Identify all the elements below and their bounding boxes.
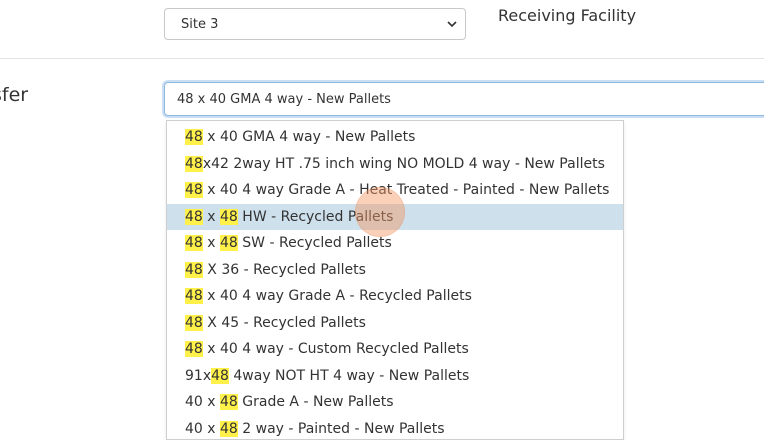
site-select-value: Site 3 <box>181 17 218 32</box>
option-text: Grade A - New Pallets <box>238 394 394 410</box>
dropdown-option[interactable]: 91x48 4way NOT HT 4 way - New Pallets <box>167 363 623 390</box>
option-text: 40 x <box>185 394 220 410</box>
match-highlight: 48 <box>185 182 203 198</box>
dropdown-option[interactable]: 48x42 2way HT .75 inch wing NO MOLD 4 wa… <box>167 151 623 178</box>
receiving-facility-label: Receiving Facility <box>498 6 636 25</box>
pallet-type-input[interactable]: 48 x 40 GMA 4 way - New Pallets <box>164 82 764 116</box>
option-text: x42 2way HT .75 inch wing NO MOLD 4 way … <box>203 156 605 172</box>
match-highlight: 48 <box>185 288 203 304</box>
dropdown-option[interactable]: 48 x 40 4 way Grade A - Heat Treated - P… <box>167 177 623 204</box>
option-text: 4way NOT HT 4 way - New Pallets <box>229 368 469 384</box>
dropdown-option[interactable]: 48 x 40 4 way Grade A - Recycled Pallets <box>167 283 623 310</box>
dropdown-option[interactable]: 48 x 48 SW - Recycled Pallets <box>167 230 623 257</box>
dropdown-option[interactable]: 48 x 48 HW - Recycled Pallets <box>167 204 623 231</box>
match-highlight: 48 <box>220 421 238 437</box>
option-text: x 40 4 way - Custom Recycled Pallets <box>203 341 469 357</box>
dropdown-option[interactable]: 40 x 48 2 way - Painted - New Pallets <box>167 416 623 440</box>
match-highlight: 48 <box>185 129 203 145</box>
match-highlight: 48 <box>211 368 229 384</box>
dropdown-option[interactable]: 48 X 36 - Recycled Pallets <box>167 257 623 284</box>
option-text: x <box>203 209 220 225</box>
transfer-label: sfer <box>0 84 28 106</box>
option-text: X 45 - Recycled Pallets <box>203 315 366 331</box>
option-text: 91x <box>185 368 211 384</box>
dropdown-option[interactable]: 40 x 48 Grade A - New Pallets <box>167 389 623 416</box>
match-highlight: 48 <box>185 156 203 172</box>
site-select[interactable]: Site 3 <box>164 8 466 40</box>
match-highlight: 48 <box>185 341 203 357</box>
dropdown-option[interactable]: 48 x 40 GMA 4 way - New Pallets <box>167 124 623 151</box>
option-text: x 40 GMA 4 way - New Pallets <box>203 129 416 145</box>
option-text: x 40 4 way Grade A - Heat Treated - Pain… <box>203 182 610 198</box>
match-highlight: 48 <box>185 315 203 331</box>
option-text: SW - Recycled Pallets <box>238 235 392 251</box>
match-highlight: 48 <box>220 394 238 410</box>
option-text: 2 way - Painted - New Pallets <box>238 421 445 437</box>
chevron-down-icon <box>447 19 457 29</box>
option-text: x <box>203 235 220 251</box>
pallet-input-value: 48 x 40 GMA 4 way - New Pallets <box>177 92 391 107</box>
dropdown-option[interactable]: 48 x 40 4 way - Custom Recycled Pallets <box>167 336 623 363</box>
option-text: X 36 - Recycled Pallets <box>203 262 366 278</box>
match-highlight: 48 <box>185 262 203 278</box>
dropdown-option[interactable]: 48 X 45 - Recycled Pallets <box>167 310 623 337</box>
section-divider <box>0 58 764 59</box>
pallet-options-dropdown[interactable]: 48 x 40 GMA 4 way - New Pallets48x42 2wa… <box>166 120 624 440</box>
option-text: 40 x <box>185 421 220 437</box>
match-highlight: 48 <box>185 209 203 225</box>
option-text: x 40 4 way Grade A - Recycled Pallets <box>203 288 472 304</box>
match-highlight: 48 <box>220 209 238 225</box>
option-text: HW - Recycled Pallets <box>238 209 394 225</box>
match-highlight: 48 <box>220 235 238 251</box>
match-highlight: 48 <box>185 235 203 251</box>
